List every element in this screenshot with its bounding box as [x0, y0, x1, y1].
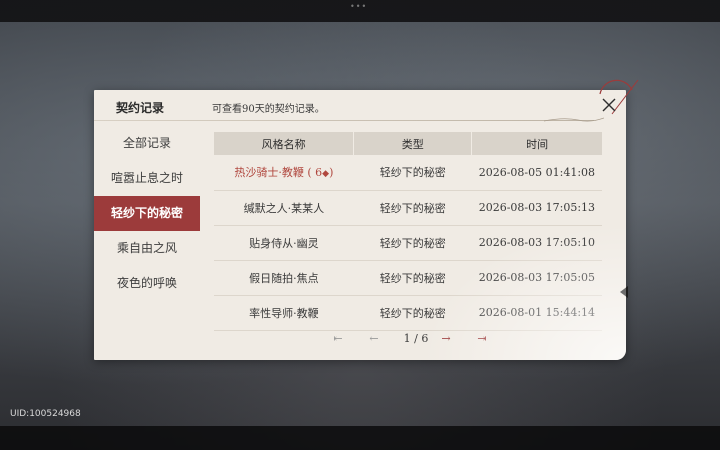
column-header-time: 时间 — [526, 137, 549, 151]
sidebar-item-qingsha[interactable]: 轻纱下的秘密 — [94, 196, 200, 231]
row-name: 贴身侍从·幽灵 — [249, 236, 319, 250]
row-name: 热沙骑士·教鞭 ( 6◆) — [234, 166, 334, 180]
table-row: 热沙骑士·教鞭 ( 6◆) 轻纱下的秘密 2026-08-05 01:41:08 — [214, 155, 602, 190]
first-page-icon[interactable]: ⇤ — [330, 331, 346, 347]
row-time: 2026-08-03 17:05:10 — [478, 236, 596, 249]
flourish-icon — [544, 117, 604, 122]
last-page-icon[interactable]: ⇥ — [474, 331, 490, 347]
row-type: 轻纱下的秘密 — [379, 201, 446, 215]
row-name: 率性导师·教鞭 — [249, 306, 319, 320]
sidebar-item-xuanxiao[interactable]: 喧嚣止息之时 — [94, 161, 200, 196]
row-time: 2026-08-05 01:41:08 — [478, 165, 596, 179]
dialog-title: 契约记录 — [116, 101, 165, 115]
column-header-type: 类型 — [353, 132, 473, 155]
next-page-icon[interactable]: → — [438, 331, 454, 347]
row-type: 轻纱下的秘密 — [379, 236, 446, 250]
row-name: 假日随拍·焦点 — [249, 271, 319, 285]
top-menu-dots[interactable]: ••• — [350, 2, 367, 11]
contract-record-dialog: 契约记录 可查看90天的契约记录。 全部记录 喧嚣止息之时 轻纱下的秘密 乘自由… — [94, 79, 639, 360]
close-icon[interactable] — [596, 92, 622, 118]
row-name: 缄默之人·某某人 — [243, 201, 325, 215]
sidebar-item-all[interactable]: 全部记录 — [94, 126, 200, 161]
column-header-name: 风格名称 — [214, 132, 355, 155]
page-indicator: 1 / 6 — [403, 332, 429, 345]
table-header-row: 风格名称 类型 时间 — [214, 132, 602, 155]
prev-page-icon[interactable]: ← — [366, 331, 382, 347]
dialog-subtitle: 可查看90天的契约记录。 — [212, 104, 325, 115]
row-time: 2026-08-03 17:05:05 — [478, 271, 596, 284]
dialog-header: 契约记录 可查看90天的契约记录。 — [94, 79, 639, 122]
table-row: 缄默之人·某某人 轻纱下的秘密 2026-08-03 17:05:13 — [214, 190, 602, 225]
row-type: 轻纱下的秘密 — [379, 306, 446, 320]
edge-marker-icon — [620, 286, 628, 298]
row-type: 轻纱下的秘密 — [379, 166, 446, 180]
pagination: ⇤ ← 1 / 6 → ⇥ — [330, 331, 498, 347]
row-time: 2026-08-01 15:44:14 — [478, 306, 596, 319]
table-row: 率性导师·教鞭 轻纱下的秘密 2026-08-01 15:44:14 — [214, 295, 602, 330]
header-divider — [94, 120, 594, 121]
uid-label: UID:100524968 — [10, 409, 81, 419]
row-time: 2026-08-03 17:05:13 — [478, 201, 596, 214]
table-row: 假日随拍·焦点 轻纱下的秘密 2026-08-03 17:05:05 — [214, 260, 602, 295]
table-row: 贴身侍从·幽灵 轻纱下的秘密 2026-08-03 17:05:10 — [214, 225, 602, 260]
records-table: 风格名称 类型 时间 热沙骑士·教鞭 ( 6◆) 轻纱下的秘密 2026-08-… — [214, 132, 602, 331]
bottom-bar — [0, 426, 720, 450]
row-type: 轻纱下的秘密 — [379, 271, 446, 285]
category-sidebar: 全部记录 喧嚣止息之时 轻纱下的秘密 乘自由之风 夜色的呼唤 — [94, 126, 200, 301]
sidebar-item-yese[interactable]: 夜色的呼唤 — [94, 266, 200, 301]
sidebar-item-ziyou[interactable]: 乘自由之风 — [94, 231, 200, 266]
